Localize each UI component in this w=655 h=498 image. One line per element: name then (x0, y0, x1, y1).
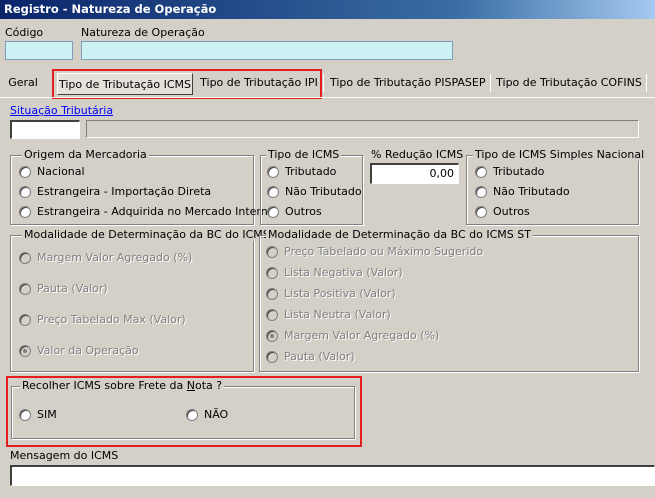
reducao-icms-input[interactable]: 0,00 (370, 163, 459, 184)
modalidade-preco-tabelado-option[interactable]: Preço Tabelado Max (Valor) (19, 313, 186, 326)
tab-separator (323, 74, 324, 92)
tipo-icms-nao-tributado-option[interactable]: Não Tributado (267, 185, 362, 198)
radio-icon[interactable] (186, 408, 198, 421)
origem-mercado-interno-option[interactable]: Estrangeira - Adquirida no Mercado Inter… (19, 205, 274, 218)
radio-icon[interactable] (475, 165, 487, 178)
modalidade-bc-icms-st-title: Modalidade de Determinação da BC do ICMS… (266, 228, 533, 241)
modalidade-valor-operacao-option[interactable]: Valor da Operação (19, 344, 139, 357)
codigo-label: Código (5, 26, 44, 39)
origem-importacao-option[interactable]: Estrangeira - Importação Direta (19, 185, 211, 198)
radio-icon[interactable] (19, 251, 31, 264)
tab-tributacao-icms[interactable]: Tipo de Tributação ICMS (57, 73, 193, 95)
simples-tributado-option[interactable]: Tributado (475, 165, 544, 178)
tab-separator (646, 74, 647, 92)
tab-tributacao-pispasep[interactable]: Tipo de Tributação PISPASEP (330, 72, 485, 94)
st-lista-neutra-option[interactable]: Lista Neutra (Valor) (266, 308, 391, 321)
window-title: Registro - Natureza de Operação (0, 0, 655, 19)
tipo-icms-title: Tipo de ICMS (266, 148, 342, 161)
st-margem-option[interactable]: Margem Valor Agregado (%) (266, 329, 439, 342)
simples-nao-tributado-option[interactable]: Não Tributado (475, 185, 570, 198)
radio-icon[interactable] (19, 205, 31, 218)
radio-icon[interactable] (19, 165, 31, 178)
frete-title: Recolher ICMS sobre Frete da Nota ? (20, 379, 225, 392)
tab-tributacao-ipi[interactable]: Tipo de Tributação IPI (200, 72, 318, 94)
radio-icon[interactable] (475, 205, 487, 218)
frete-group (11, 386, 355, 439)
frete-sim-option[interactable]: SIM (19, 408, 57, 421)
modalidade-pauta-option[interactable]: Pauta (Valor) (19, 282, 108, 295)
st-preco-tabelado-option[interactable]: Preço Tabelado ou Máximo Sugerido (266, 245, 483, 258)
situacao-description (86, 120, 639, 138)
simples-nacional-title: Tipo de ICMS Simples Nacional (473, 148, 647, 161)
st-lista-positiva-option[interactable]: Lista Positiva (Valor) (266, 287, 396, 300)
modalidade-bc-icms-title: Modalidade de Determinação da BC do ICMS (22, 228, 272, 241)
codigo-input[interactable] (5, 41, 73, 60)
modalidade-margem-option[interactable]: Margem Valor Agregado (%) (19, 251, 192, 264)
origem-title: Origem da Mercadoria (22, 148, 149, 161)
radio-icon[interactable] (19, 185, 31, 198)
radio-icon[interactable] (19, 408, 31, 421)
situacao-tributaria-link[interactable]: Situação Tributária (10, 104, 113, 117)
tipo-icms-tributado-option[interactable]: Tributado (267, 165, 336, 178)
tab-geral[interactable]: Geral (8, 72, 38, 94)
reducao-icms-label: % Redução ICMS (371, 148, 464, 161)
radio-icon[interactable] (267, 185, 279, 198)
radio-icon[interactable] (266, 245, 278, 258)
radio-icon[interactable] (267, 205, 279, 218)
radio-icon[interactable] (266, 266, 278, 279)
tab-panel-edge (0, 97, 655, 98)
tab-separator (490, 74, 491, 92)
natureza-input[interactable] (81, 41, 453, 60)
mensagem-icms-input[interactable] (10, 465, 655, 486)
simples-outros-option[interactable]: Outros (475, 205, 530, 218)
st-pauta-option[interactable]: Pauta (Valor) (266, 350, 355, 363)
radio-icon[interactable] (267, 165, 279, 178)
radio-icon[interactable] (266, 350, 278, 363)
tab-tributacao-cofins[interactable]: Tipo de Tributação COFINS (496, 72, 642, 94)
tipo-icms-outros-option[interactable]: Outros (267, 205, 322, 218)
radio-icon[interactable] (19, 313, 31, 326)
radio-icon[interactable] (266, 287, 278, 300)
radio-icon[interactable] (266, 308, 278, 321)
radio-checked-icon[interactable] (19, 344, 31, 357)
origem-nacional-option[interactable]: Nacional (19, 165, 85, 178)
mensagem-icms-label: Mensagem do ICMS (10, 449, 119, 462)
st-lista-negativa-option[interactable]: Lista Negativa (Valor) (266, 266, 403, 279)
situacao-code-input[interactable] (10, 120, 80, 139)
radio-checked-icon[interactable] (266, 329, 278, 342)
natureza-label: Natureza de Operação (81, 26, 205, 39)
radio-icon[interactable] (475, 185, 487, 198)
frete-nao-option[interactable]: NÃO (186, 408, 228, 421)
radio-icon[interactable] (19, 282, 31, 295)
